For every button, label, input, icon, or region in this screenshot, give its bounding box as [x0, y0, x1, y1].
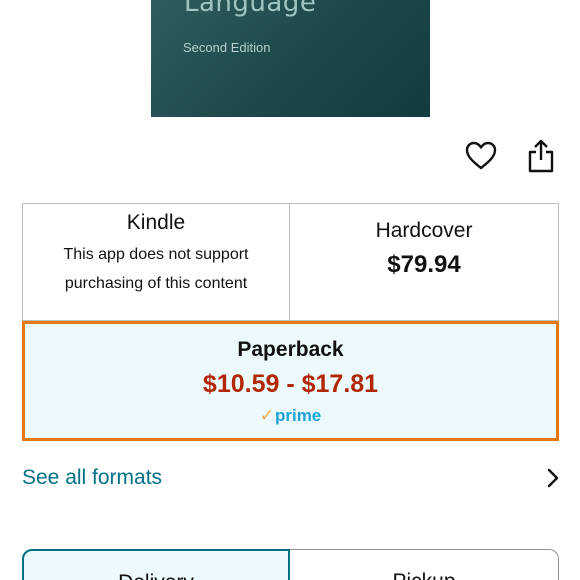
wishlist-button[interactable]	[464, 139, 498, 173]
formats-grid: Kindle This app does not support purchas…	[22, 203, 559, 441]
format-paperback-name: Paperback	[237, 338, 344, 361]
format-hardcover-name: Hardcover	[375, 219, 473, 242]
format-paperback[interactable]: Paperback $10.59 - $17.81 ✓ prime	[22, 321, 559, 441]
kindle-note-line-2: purchasing of this content	[64, 275, 248, 292]
tab-delivery-label: Delivery	[24, 571, 288, 580]
heart-icon	[465, 141, 497, 170]
format-kindle[interactable]: Kindle This app does not support purchas…	[22, 203, 290, 321]
cover-edition: Second Edition	[183, 40, 271, 55]
tab-pickup-label: Pickup	[290, 570, 558, 580]
format-kindle-note: This app does not support purchasing of …	[23, 240, 289, 298]
format-paperback-price: $10.59 - $17.81	[202, 370, 379, 398]
share-icon	[528, 139, 554, 173]
cover-title: Language	[184, 0, 317, 18]
prime-label: prime	[274, 406, 322, 425]
tab-delivery[interactable]: Delivery	[22, 549, 290, 580]
share-button[interactable]	[524, 139, 558, 173]
see-all-formats-label: See all formats	[22, 466, 163, 489]
format-hardcover[interactable]: Hardcover $79.94	[290, 203, 559, 321]
format-kindle-name: Kindle	[126, 211, 186, 234]
prime-badge: ✓ prime	[260, 406, 322, 426]
format-hardcover-price: $79.94	[387, 251, 461, 278]
kindle-note-line-1: This app does not support	[63, 246, 249, 263]
tab-pickup[interactable]: Pickup	[290, 549, 559, 580]
product-page: Language Second Edition Kindle This app …	[0, 0, 580, 580]
chevron-right-icon	[547, 468, 559, 488]
prime-check-icon: ✓	[259, 406, 274, 425]
book-cover-image[interactable]: Language Second Edition	[151, 0, 430, 117]
see-all-formats-link[interactable]: See all formats	[22, 462, 562, 494]
